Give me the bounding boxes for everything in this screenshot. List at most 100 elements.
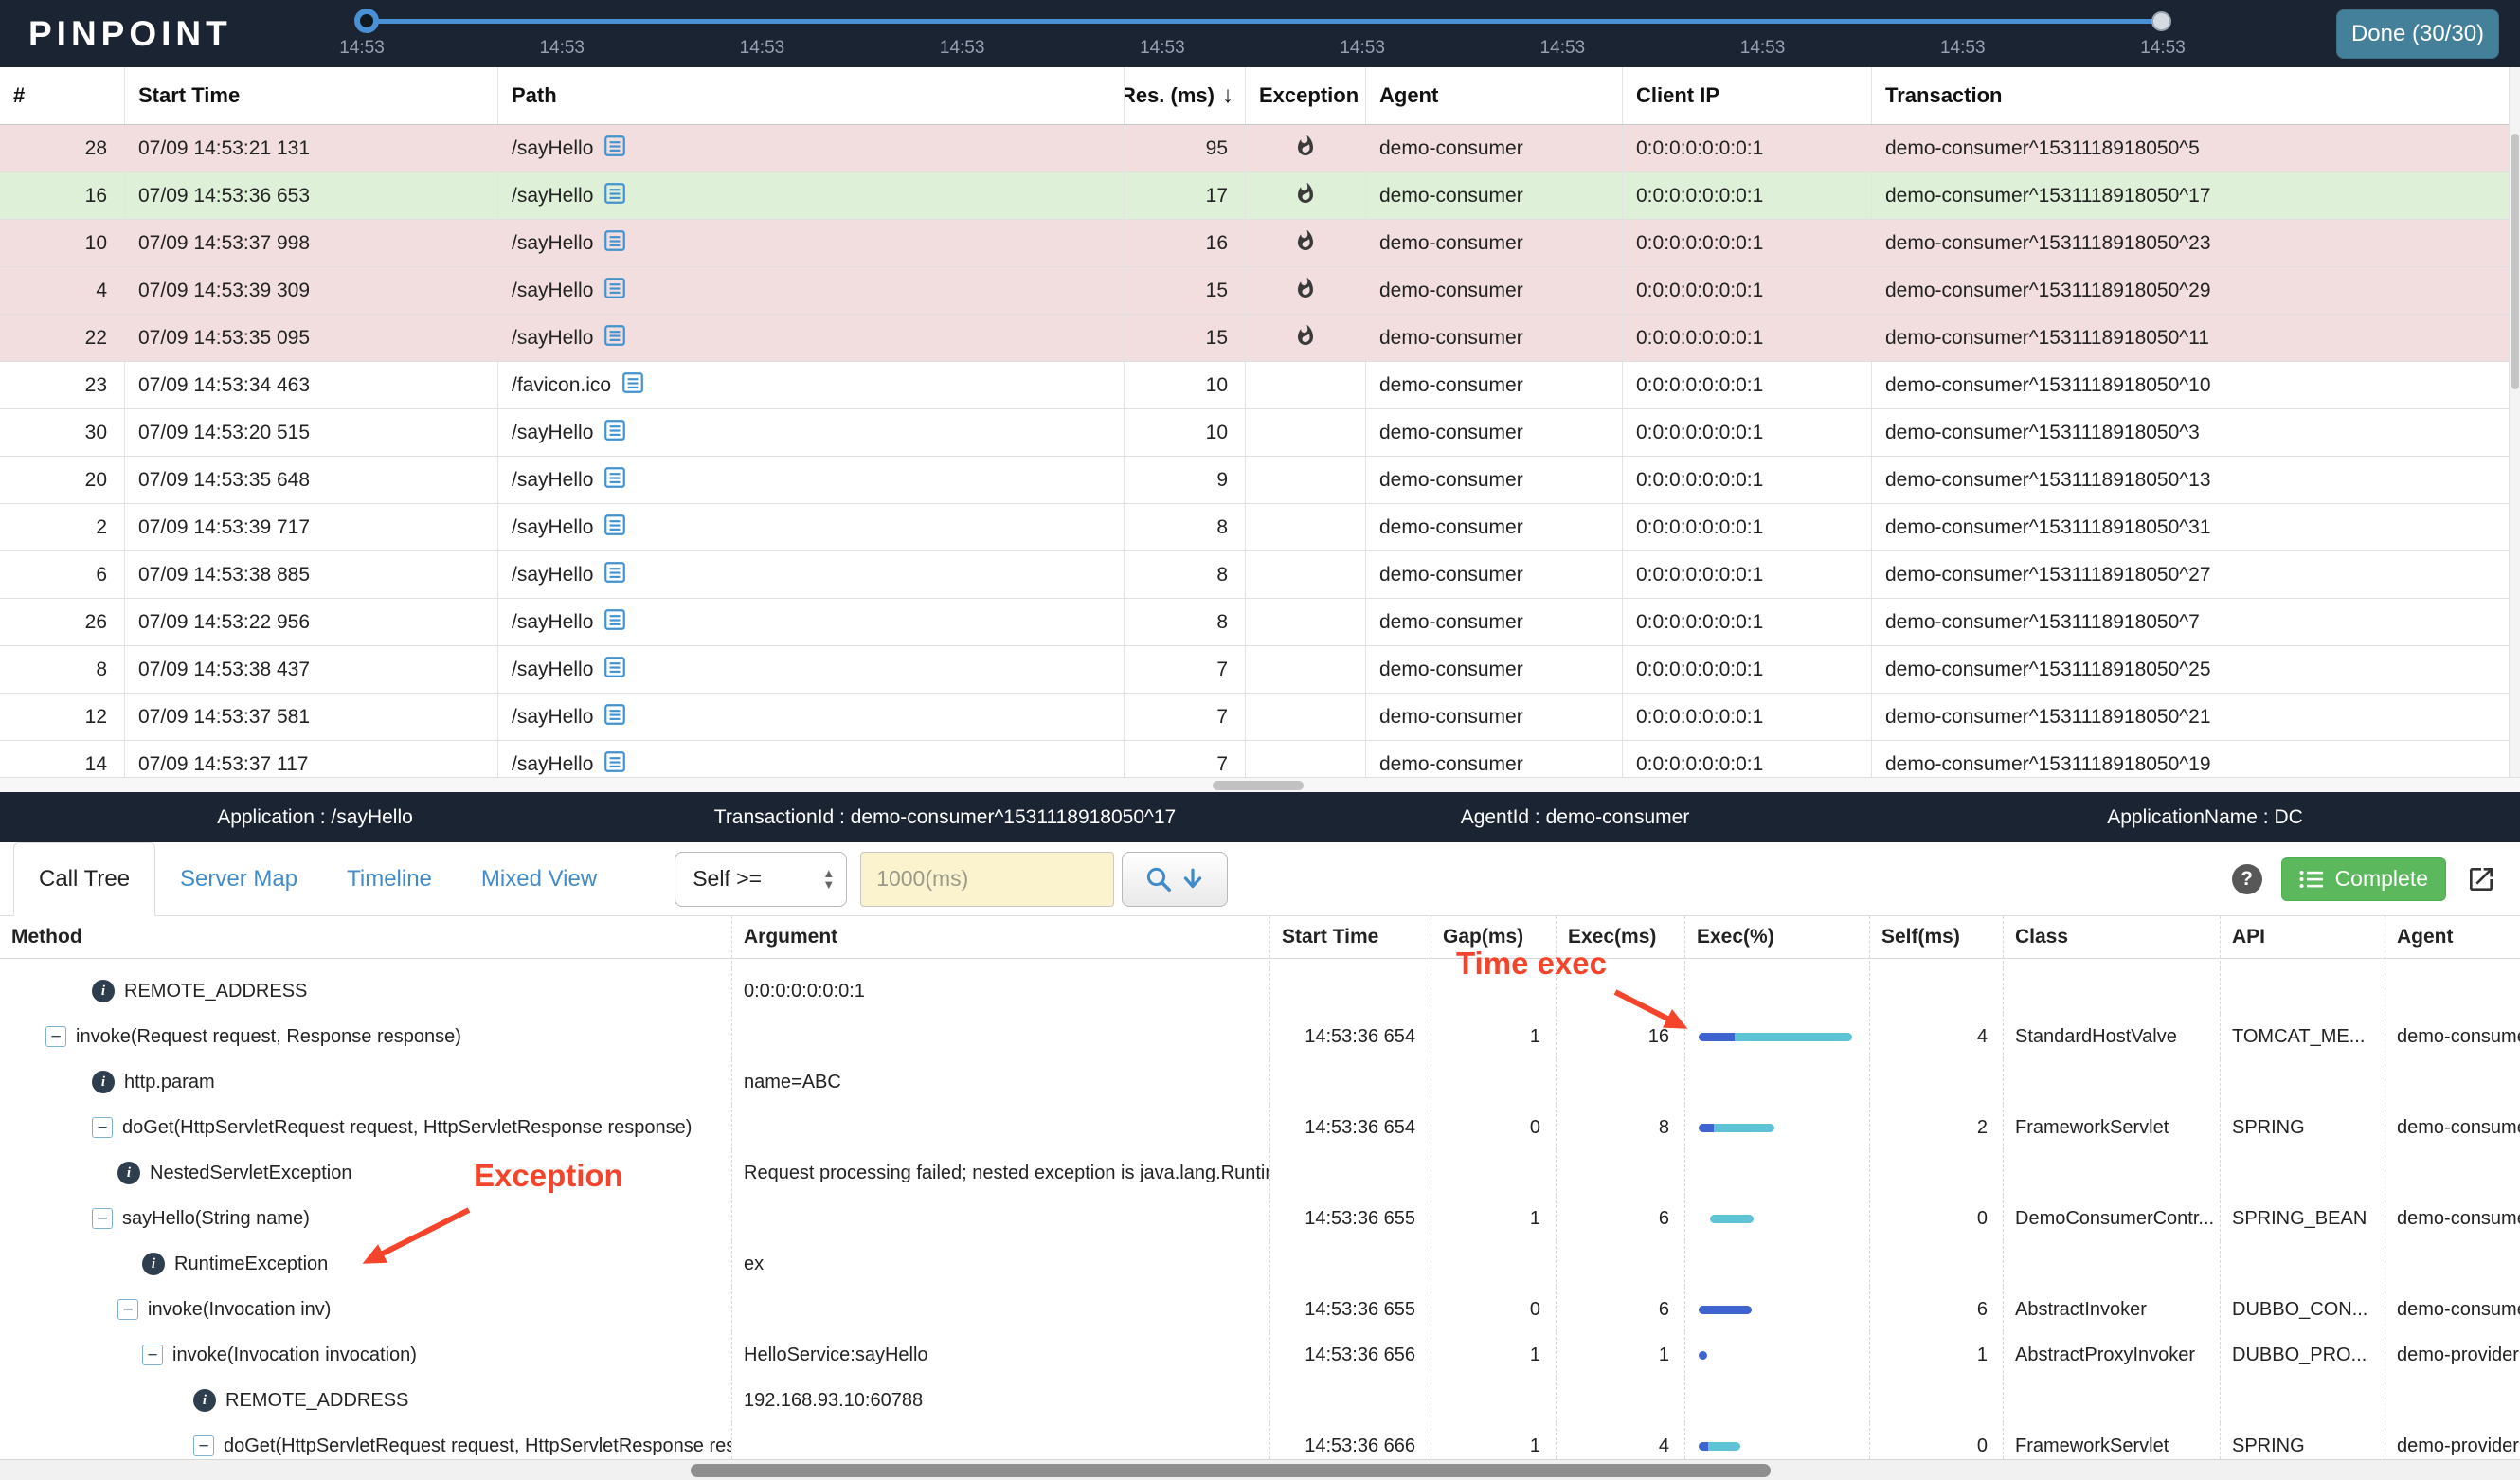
cell-start: 07/09 14:53:34 463 xyxy=(125,362,498,408)
collapse-icon[interactable]: − xyxy=(142,1345,163,1365)
open-in-new-icon[interactable] xyxy=(2465,863,2497,895)
tab-timeline[interactable]: Timeline xyxy=(322,842,457,915)
timeline-slider[interactable]: 14:53 14:53 14:53 14:53 14:53 14:53 14:53 14:53… xyxy=(339,0,2186,67)
method-cell-wrap: i − REMOTE_ADDRESS xyxy=(0,1378,731,1423)
timeline-left-handle-icon[interactable] xyxy=(354,9,379,33)
timeline-track[interactable] xyxy=(362,19,2163,24)
api-cell xyxy=(2220,1150,2385,1196)
table-row[interactable]: 14 07/09 14:53:37 117 /sayHello 7 demo-c… xyxy=(0,741,2520,777)
done-button[interactable]: Done (30/30) xyxy=(2336,9,2499,59)
table-row[interactable]: 4 07/09 14:53:39 309 /sayHello 15 demo-c… xyxy=(0,267,2520,315)
class-cell: AbstractInvoker xyxy=(2003,1287,2220,1332)
tab-mixed-view[interactable]: Mixed View xyxy=(457,842,621,915)
col-header-agent: Agent xyxy=(1366,67,1623,124)
self-cell xyxy=(1869,1059,2003,1105)
calltree-row[interactable]: i − doGet(HttpServletRequest request, Ht… xyxy=(0,1423,2520,1459)
table-row[interactable]: 23 07/09 14:53:34 463 /favicon.ico 10 de… xyxy=(0,362,2520,409)
document-icon[interactable] xyxy=(603,181,627,211)
calltree-row[interactable]: i − doGet(HttpServletRequest request, Ht… xyxy=(0,1105,2520,1150)
path-text: /sayHello xyxy=(512,184,594,207)
calltree-row[interactable]: i − http.param name=ABC xyxy=(0,1059,2520,1105)
cell-txn: demo-consumer^1531118918050^27 xyxy=(1885,563,2211,586)
table-row[interactable]: 8 07/09 14:53:38 437 /sayHello 7 demo-co… xyxy=(0,646,2520,694)
document-icon[interactable] xyxy=(603,513,627,543)
cell-exception xyxy=(1246,362,1366,408)
agent-cell xyxy=(2385,1150,2520,1196)
calltree-row[interactable]: i − invoke(Invocation inv) 14:53:36 655 … xyxy=(0,1287,2520,1332)
self-cell: 2 xyxy=(1869,1105,2003,1150)
agent-cell: demo-consumer xyxy=(2385,1014,2520,1059)
collapse-icon[interactable]: − xyxy=(92,1117,113,1138)
method-cell-wrap: i − doGet(HttpServletRequest request, Ht… xyxy=(0,1105,731,1150)
document-icon[interactable] xyxy=(603,418,627,448)
col-header-response-time[interactable]: Res. (ms) ↓ xyxy=(1125,67,1246,124)
top-bar: PINPOINT 14:53 14:53 14:53 14:53 14:53 14:53 1… xyxy=(0,0,2520,67)
document-icon[interactable] xyxy=(603,276,627,306)
collapse-icon[interactable]: − xyxy=(117,1299,138,1320)
document-icon[interactable] xyxy=(603,655,627,685)
document-icon[interactable] xyxy=(603,465,627,496)
table-row[interactable]: 22 07/09 14:53:35 095 /sayHello 15 demo-… xyxy=(0,315,2520,362)
table-row[interactable]: 6 07/09 14:53:38 885 /sayHello 8 demo-co… xyxy=(0,551,2520,599)
help-icon[interactable]: ? xyxy=(2231,863,2262,894)
table-row[interactable]: 12 07/09 14:53:37 581 /sayHello 7 demo-c… xyxy=(0,694,2520,741)
cell-txn: demo-consumer^1531118918050^11 xyxy=(1885,326,2209,349)
table-row[interactable]: 16 07/09 14:53:36 653 /sayHello 17 demo-… xyxy=(0,172,2520,220)
exec-bar-cyan-segment xyxy=(1714,1123,1774,1132)
sort-desc-icon[interactable]: ↓ xyxy=(1222,82,1233,109)
collapse-icon[interactable]: − xyxy=(92,1208,113,1229)
document-icon[interactable] xyxy=(603,702,627,732)
calltree-row[interactable]: i − invoke(Invocation invocation) HelloS… xyxy=(0,1332,2520,1378)
cell-res: 8 xyxy=(1125,504,1246,550)
table-row[interactable]: 30 07/09 14:53:20 515 /sayHello 10 demo-… xyxy=(0,409,2520,457)
calltree-hscrollbar-thumb[interactable] xyxy=(691,1464,1771,1477)
exec-pct-cell xyxy=(1684,1241,1869,1287)
document-icon[interactable] xyxy=(603,607,627,638)
cell-start: 07/09 14:53:37 998 xyxy=(125,220,498,266)
cell-num: 22 xyxy=(0,315,125,361)
table-row[interactable]: 2 07/09 14:53:39 717 /sayHello 8 demo-co… xyxy=(0,504,2520,551)
api-cell: SPRING_BEAN xyxy=(2220,1196,2385,1241)
transaction-hscrollbar-thumb[interactable] xyxy=(1213,781,1304,790)
self-cell: 4 xyxy=(1869,1014,2003,1059)
exec-bar-cyan-segment xyxy=(1735,1032,1852,1041)
tab-server-map[interactable]: Server Map xyxy=(155,842,322,915)
filter-search-button[interactable] xyxy=(1122,851,1229,907)
calltree-row[interactable]: i − NestedServletException Request proce… xyxy=(0,1150,2520,1196)
filter-threshold-input[interactable] xyxy=(860,851,1115,907)
table-row[interactable]: 10 07/09 14:53:37 998 /sayHello 16 demo-… xyxy=(0,220,2520,267)
path-text: /sayHello xyxy=(512,468,594,491)
class-cell xyxy=(2003,959,2220,968)
table-row[interactable]: 26 07/09 14:53:22 956 /sayHello 8 demo-c… xyxy=(0,599,2520,646)
document-icon[interactable] xyxy=(603,323,627,353)
calltree-row[interactable]: i − REMOTE_ADDRESS 0:0:0:0:0:0:0:1 xyxy=(0,968,2520,1014)
info-icon: i xyxy=(92,1071,115,1093)
gap-cell: 1 xyxy=(1431,1196,1556,1241)
cell-res: 95 xyxy=(1125,125,1246,171)
calltree-row[interactable]: i − REMOTE_ADDRESS 192.168.93.10:60788 xyxy=(0,1378,2520,1423)
path-text: /favicon.ico xyxy=(512,373,612,396)
document-icon[interactable] xyxy=(603,749,627,778)
transaction-vscrollbar-thumb[interactable] xyxy=(2511,134,2519,389)
filter-metric-select[interactable]: Self >= ▲ ▼ xyxy=(675,851,848,907)
timeline-right-handle-icon[interactable] xyxy=(2151,11,2171,31)
complete-button[interactable]: Complete xyxy=(2280,857,2446,901)
table-row[interactable]: 28 07/09 14:53:21 131 /sayHello 95 demo-… xyxy=(0,125,2520,172)
collapse-icon[interactable]: − xyxy=(45,1026,66,1047)
table-row[interactable]: 20 07/09 14:53:35 648 /sayHello 9 demo-c… xyxy=(0,457,2520,504)
cell-res: 7 xyxy=(1125,741,1246,777)
tab-call-tree[interactable]: Call Tree xyxy=(13,842,156,916)
document-icon[interactable] xyxy=(603,228,627,259)
collapse-icon[interactable]: − xyxy=(193,1435,214,1456)
exec-bar xyxy=(1710,1214,1754,1223)
self-cell xyxy=(1869,968,2003,1014)
document-icon[interactable] xyxy=(603,560,627,590)
document-icon[interactable] xyxy=(603,134,627,164)
col-header-exception: Exception xyxy=(1246,67,1366,124)
cell-path: /sayHello xyxy=(498,267,1125,314)
exec-bar xyxy=(1699,1123,1774,1132)
calltree-row[interactable]: i − invoke(Request request, Response res… xyxy=(0,1014,2520,1059)
document-icon[interactable] xyxy=(621,370,645,401)
timeline-tick-label: 14:53 xyxy=(1939,38,1986,58)
calltree-row[interactable]: i − http.status.code 500 xyxy=(0,959,2520,968)
